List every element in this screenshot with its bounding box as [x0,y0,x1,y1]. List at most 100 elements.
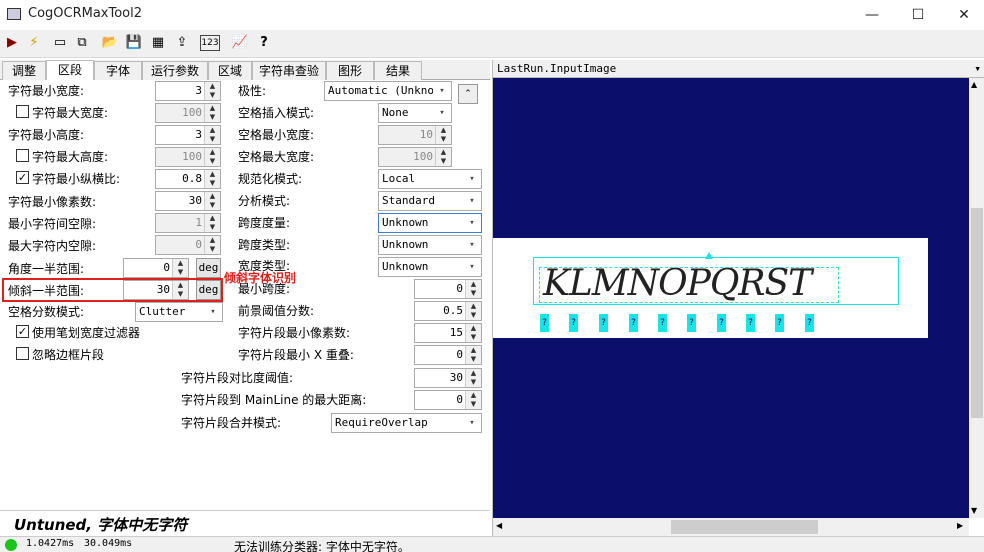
char-min-width-label: 字符最小宽度: [8,84,85,98]
fg-threshold-label: 前景阈值分数: [238,304,315,318]
char-max-width-checkbox[interactable] [16,105,29,118]
width-type-select[interactable]: Unknown ▾ [378,257,482,277]
span-type-select[interactable]: Unknown ▾ [378,235,482,255]
toolbar: ▶ ⚡ ▭ ⧉ 📂 💾 ▦ ⇪ 123 📈 ? [0,30,984,58]
angle-deg-button[interactable]: deg [196,258,221,278]
stroke-filter-label: 使用笔划宽度过滤器 [32,326,141,340]
title-bar: CogOCRMaxTool2 — ☐ ✕ [0,0,984,30]
char-min-pixels-spinner[interactable]: 30 ▲ ▼ [155,191,221,211]
tool-status-text: Untuned, 字体中无字符 [14,516,188,534]
span-metric-select[interactable]: Unknown ▾ [378,213,482,233]
char-min-height-label: 字符最小高度: [8,128,85,142]
tab-strip: 调整 区段 字体 运行参数 区域 字符串查验 图形 结果 [0,60,490,81]
import-icon[interactable]: ⇪ [172,33,192,53]
tab-region[interactable]: 区域 [208,61,252,80]
ignore-border-checkbox[interactable] [16,347,29,360]
ignore-border-label: 忽略边框片段 [32,348,105,362]
scroll-right-icon[interactable]: ▶ [957,521,963,530]
skew-half-range-spinner[interactable]: 30 ▲ ▼ [123,280,189,300]
frag-min-x-overlap-label: 字符片段最小 X 重叠: [238,348,354,362]
minimize-button[interactable]: — [852,3,892,27]
space-max-width-spinner[interactable]: 100 ▲ ▼ [378,147,452,167]
normalize-mode-label: 规范化模式: [238,172,303,186]
char-max-height-checkbox[interactable] [16,149,29,162]
fg-threshold-spinner[interactable]: 0.5 ▲ ▼ [414,301,482,321]
unknown-char-mark: ? [540,314,549,332]
char-max-height-spinner[interactable]: 100 ▲ ▼ [155,147,221,167]
space-score-mode-select[interactable]: Clutter ▾ [135,302,223,322]
help-icon[interactable]: ? [254,33,274,53]
maximize-button[interactable]: ☐ [898,3,938,27]
char-boxes [539,267,839,303]
max-intra-gap-label: 最大字符内空隙: [8,239,97,253]
tab-segment[interactable]: 区段 [46,60,94,81]
tab-results[interactable]: 结果 [374,61,422,80]
char-max-width-label: 字符最大宽度: [32,106,109,120]
tab-adjust[interactable]: 调整 [2,61,46,80]
status-time-2: 30.049ms [84,538,133,549]
space-max-width-label: 空格最大宽度: [238,150,315,164]
scroll-down-icon[interactable]: ▼ [971,506,977,515]
run-icon[interactable]: ▶ [2,33,22,53]
min-span-spinner[interactable]: 0 ▲ ▼ [414,279,482,299]
char-max-width-spinner[interactable]: 100 ▲ ▼ [155,103,221,123]
char-min-aspect-checkbox[interactable]: ✓ [16,171,29,184]
space-insert-mode-select[interactable]: None ▾ [378,103,452,123]
status-message: 无法训练分类器: 字体中无字符。 [234,540,410,552]
image-view-dropdown-icon[interactable]: ▾ [974,60,981,77]
stroke-filter-checkbox[interactable]: ✓ [16,325,29,338]
skew-deg-button[interactable]: deg [196,280,221,300]
vertical-scrollbar[interactable]: ▲ ▼ [969,78,984,518]
char-min-height-spinner[interactable]: 3 ▲ ▼ [155,125,221,145]
space-min-width-spinner[interactable]: 10 ▲ ▼ [378,125,452,145]
app-icon [7,8,21,20]
tab-font[interactable]: 字体 [94,61,142,80]
counter-icon[interactable]: 123 [200,35,220,51]
polarity-select[interactable]: Automatic (Unknown) ▾ [324,81,452,101]
image-canvas[interactable]: KLMNOPQRST ? ? ? ? ? ? ? ? ? ? [493,78,969,518]
char-min-pixels-label: 字符最小像素数: [8,195,97,209]
frag-contrast-label: 字符片段对比度阈值: [181,371,294,385]
status-time-1: 1.0427ms [26,538,75,549]
unknown-char-mark: ? [775,314,784,332]
frag-merge-mode-label: 字符片段合并模式: [181,416,282,430]
tab-graphics[interactable]: 图形 [326,61,374,80]
frag-merge-mode-select[interactable]: RequireOverlap ▾ [331,413,482,433]
horizontal-scrollbar[interactable]: ◀ ▶ [493,518,969,536]
copy-icon[interactable]: ⧉ [72,33,92,53]
span-metric-label: 跨度度量: [238,216,291,230]
tab-run-params[interactable]: 运行参数 [142,61,208,80]
vertical-scroll-thumb[interactable] [971,208,983,418]
unknown-char-mark: ? [599,314,608,332]
save-icon[interactable]: 💾 [124,33,144,53]
max-intra-gap-spinner[interactable]: 0 ▲ ▼ [155,235,221,255]
angle-half-range-spinner[interactable]: 0 ▲ ▼ [123,258,189,278]
window-title: CogOCRMaxTool2 [28,6,143,21]
status-ok-icon [5,539,17,551]
horizontal-scroll-thumb[interactable] [671,520,818,534]
analysis-mode-select[interactable]: Standard ▾ [378,191,482,211]
image-view-header: LastRun.InputImage ▾ [493,60,984,78]
frag-mainline-dist-spinner[interactable]: 0 ▲ ▼ [414,390,482,410]
frag-min-pixels-spinner[interactable]: 15 ▲ ▼ [414,323,482,343]
segment-panel: 字符最小宽度: 3 ▲ ▼ 字符最大宽度: 100 ▲ ▼ 字符最小高度: 3 ▲ ▼ 字符… [0,80,490,510]
normalize-mode-select[interactable]: Local ▾ [378,169,482,189]
grid-icon[interactable]: ▦ [148,33,168,53]
char-min-aspect-spinner[interactable]: 0.8 ▲ ▼ [155,169,221,189]
show-image-icon[interactable]: ▭ [50,33,70,53]
scroll-up-icon[interactable]: ▲ [971,80,977,89]
scroll-left-icon[interactable]: ◀ [496,521,502,530]
char-min-width-spinner[interactable]: 3 ▲ ▼ [155,81,221,101]
chart-icon[interactable]: 📈 [230,33,250,53]
tool-status-area: Untuned, 字体中无字符 [0,510,490,536]
tab-string-check[interactable]: 字符串查验 [252,61,326,80]
electric-icon[interactable]: ⚡ [24,33,44,53]
region-handle-icon[interactable] [705,252,713,259]
frag-min-x-overlap-spinner[interactable]: 0 ▲ ▼ [414,345,482,365]
min-char-gap-spinner[interactable]: 1 ▲ ▼ [155,213,221,233]
frag-mainline-dist-label: 字符片段到 MainLine 的最大距离: [181,393,367,407]
frag-contrast-spinner[interactable]: 30 ▲ ▼ [414,368,482,388]
open-icon[interactable]: 📂 [100,33,120,53]
close-button[interactable]: ✕ [944,3,984,27]
collapse-button[interactable]: ⌃ [458,84,478,104]
